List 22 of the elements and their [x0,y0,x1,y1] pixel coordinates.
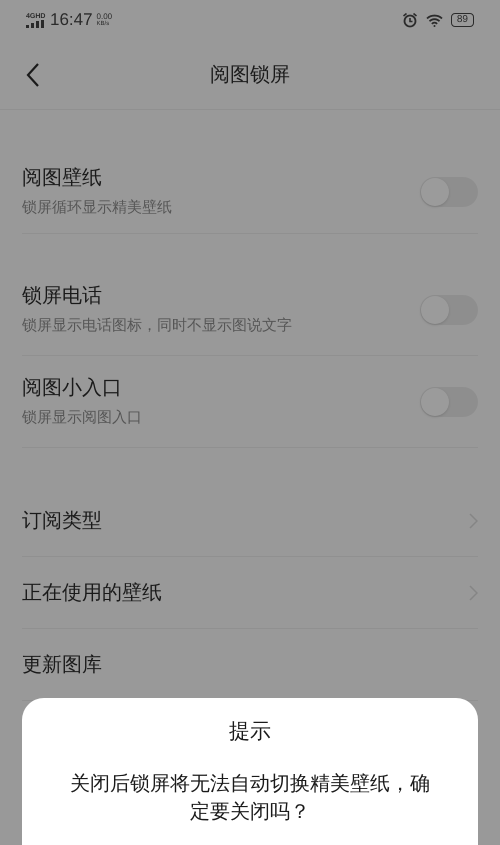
setting-description: 锁屏循环显示精美壁纸 [22,198,172,218]
dialog-title: 提示 [229,719,271,745]
battery-indicator: 89 [450,13,474,27]
alarm-icon [402,12,418,28]
back-icon[interactable] [26,62,40,88]
setting-title: 锁屏电话 [22,284,103,310]
menu-item[interactable]: 更新图库 [22,650,102,680]
setting-description: 锁屏显示电话图标，同时不显示图说文字 [22,316,292,336]
clock: 16:47 [50,9,93,32]
page-title: 阅图锁屏 [210,62,290,88]
signal-icon [26,20,46,28]
speed-value: 0.00 [96,13,112,21]
setting-description: 锁屏显示阅图入口 [22,408,142,428]
dialog-message: 关闭后锁屏将无法自动切换精美壁纸，确定要关闭吗？ [69,772,431,824]
menu-item[interactable]: 订阅类型 [22,506,102,536]
setting-title: 阅图壁纸 [22,166,103,192]
toggle-switch[interactable] [420,386,478,416]
setting-title: 阅图小入口 [22,376,123,402]
toggle-switch[interactable] [420,176,478,206]
wifi-icon [426,14,443,26]
toggle-switch[interactable] [420,294,478,324]
menu-item[interactable]: 正在使用的壁纸 [22,578,162,608]
